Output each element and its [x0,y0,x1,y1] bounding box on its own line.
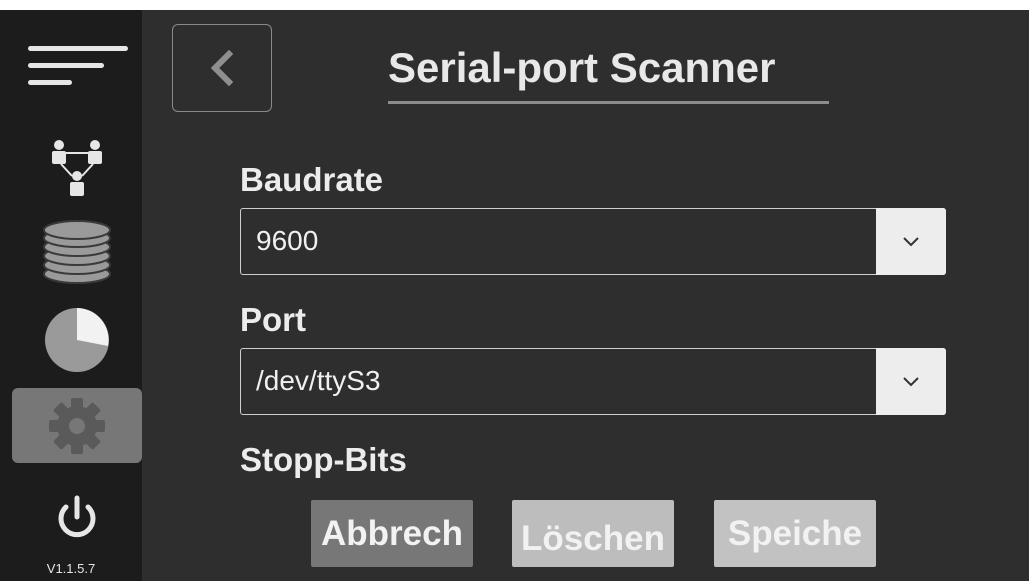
nav-item-statistics[interactable] [12,302,142,377]
app-screen: V1.1.5.7 Serial-port Scanner Baudrate 96… [0,10,1029,581]
users-network-icon [52,139,102,196]
database-icon [43,219,111,284]
power-icon [58,495,96,537]
hamburger-menu-icon [28,46,128,85]
baudrate-dropdown-button[interactable] [876,208,946,275]
baudrate-select[interactable]: 9600 [240,208,946,275]
baudrate-label: Baudrate [240,161,384,198]
stopbits-label: Stopp-Bits [240,441,407,478]
page-title: Serial-port Scanner [388,44,776,91]
save-button[interactable]: Speiche [714,500,876,567]
sidebar: V1.1.5.7 [0,10,142,581]
port-dropdown-button[interactable] [876,348,946,415]
baudrate-value: 9600 [256,225,319,256]
back-button[interactable] [172,24,272,112]
nav-item-database[interactable] [12,215,142,290]
port-value: /dev/ttyS3 [256,365,381,396]
nav-item-settings[interactable] [12,388,142,463]
menu-button[interactable] [22,32,132,92]
chevron-left-icon [210,49,234,87]
port-label: Port [240,301,306,338]
nav-item-power[interactable] [12,480,142,555]
gear-icon [49,397,105,454]
cancel-button[interactable]: Abbrech [311,500,473,567]
delete-button[interactable]: Löschen [512,500,674,567]
title-underline [388,101,829,104]
chevron-down-icon [903,236,919,246]
chevron-down-icon [903,376,919,386]
nav-item-users[interactable] [12,128,142,203]
port-select[interactable]: /dev/ttyS3 [240,348,946,415]
version-label: V1.1.5.7 [46,561,96,576]
pie-chart-icon [45,307,109,372]
